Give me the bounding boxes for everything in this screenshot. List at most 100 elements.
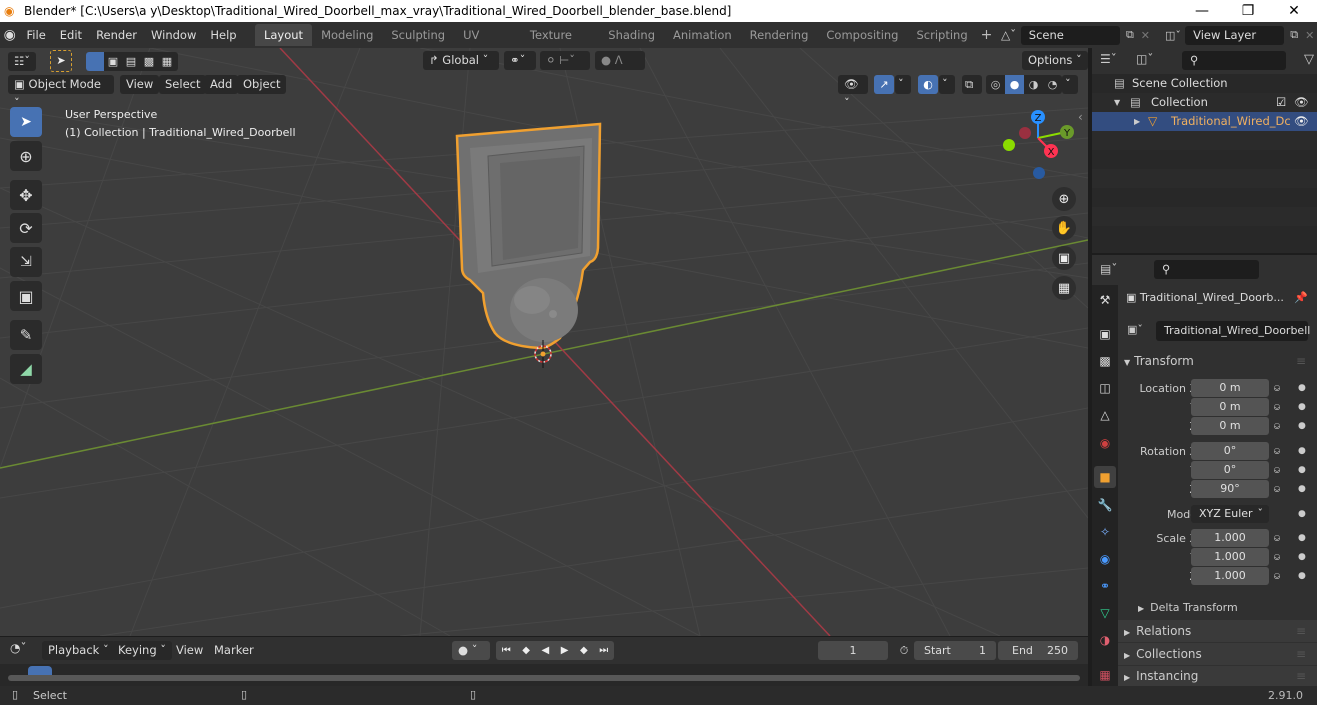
filter-view-layer-icon[interactable]: ◫ˇ	[1136, 52, 1153, 66]
tab-modifiers[interactable]: 🔧	[1094, 494, 1116, 516]
blender-menu-icon[interactable]: ◉	[0, 27, 20, 43]
gizmo-dropdown[interactable]: ˇ	[895, 75, 911, 94]
tab-rendering[interactable]: Rendering	[741, 24, 818, 46]
stopwatch-icon[interactable]: ⏱	[894, 641, 914, 660]
instancing-panel[interactable]: ▶ Instancing ≡	[1118, 666, 1317, 686]
extend-selection-button[interactable]: ▣	[104, 52, 122, 71]
set-new-selection-button[interactable]	[86, 52, 104, 71]
tab-material[interactable]: ◑	[1094, 629, 1116, 651]
tool-scale[interactable]: ⇲	[10, 247, 42, 277]
tab-compositing[interactable]: Compositing	[817, 24, 907, 46]
jump-start-button[interactable]: ⏮	[502, 641, 511, 660]
scale-x-field[interactable]: 1.000	[1191, 529, 1269, 547]
tool-move[interactable]: ✥	[10, 180, 42, 210]
restore-button[interactable]: ❐	[1225, 0, 1271, 22]
transform-orientation-dropdown[interactable]: ↱ Global ˇ	[423, 51, 499, 70]
end-frame-field[interactable]: End 250	[998, 641, 1078, 660]
keyframe-dot-icon[interactable]: ●	[1298, 480, 1306, 499]
invert-selection-button[interactable]: ▩	[140, 52, 158, 71]
menu-object[interactable]: Object	[237, 75, 287, 94]
tab-tool[interactable]: ⚒	[1094, 289, 1116, 311]
tab-shading[interactable]: Shading	[599, 24, 664, 46]
scene-field[interactable]: Scene	[1020, 25, 1120, 45]
tab-scene[interactable]: △	[1094, 404, 1116, 426]
shading-dropdown[interactable]: ˇ	[1062, 75, 1078, 94]
delete-scene-icon[interactable]: ✕	[1138, 29, 1153, 42]
overlays-dropdown[interactable]: ˇ	[939, 75, 955, 94]
keyframe-dot-icon[interactable]: ●	[1298, 505, 1306, 524]
tab-texture[interactable]: ▦	[1094, 664, 1116, 686]
tab-object[interactable]: ■	[1094, 466, 1116, 488]
delta-transform-subpanel[interactable]: ▶ Delta Transform	[1118, 597, 1317, 618]
menu-view[interactable]: View	[120, 75, 160, 94]
object-name-field[interactable]: Traditional_Wired_Doorbell	[1156, 321, 1310, 341]
tab-sculpting[interactable]: Sculpting	[382, 24, 454, 46]
select-mode-icon[interactable]: ➤	[50, 50, 72, 72]
current-frame-field[interactable]: 1	[818, 641, 888, 660]
lock-icon[interactable]: ⎉	[1273, 442, 1281, 461]
tab-output[interactable]: ▩	[1094, 350, 1116, 372]
editor-type-icon[interactable]: ▤ˇ	[1100, 262, 1117, 276]
keyframe-dot-icon[interactable]: ●	[1298, 567, 1306, 586]
solid-shading-button[interactable]: ●	[1005, 75, 1024, 94]
menu-render[interactable]: Render	[89, 24, 144, 46]
lock-icon[interactable]: ⎉	[1273, 529, 1281, 548]
wireframe-shading-button[interactable]: ◎	[986, 75, 1005, 94]
subtract-selection-button[interactable]: ▤	[122, 52, 140, 71]
expand-arrow-icon[interactable]: ▼	[1114, 93, 1120, 112]
location-z-field[interactable]: 0 m	[1191, 417, 1269, 435]
close-button[interactable]: ✕	[1271, 0, 1317, 22]
keyframe-dot-icon[interactable]: ●	[1298, 417, 1306, 436]
navigation-gizmo[interactable]: Z Y X	[995, 103, 1085, 188]
timeline-editor-type-icon[interactable]: ◔ˇ	[10, 641, 26, 655]
camera-view-button[interactable]: ▣	[1052, 246, 1076, 270]
rotation-y-field[interactable]: 0°	[1191, 461, 1269, 479]
intersect-selection-button[interactable]: ▦	[158, 52, 176, 71]
new-view-layer-icon[interactable]: ⧉	[1286, 28, 1302, 42]
pivot-point-dropdown[interactable]: ⚭ˇ	[504, 51, 536, 70]
location-y-field[interactable]: 0 m	[1191, 398, 1269, 416]
menu-add[interactable]: Add	[204, 75, 239, 94]
menu-playback[interactable]: Playback ˇ	[42, 641, 115, 660]
tab-render[interactable]: ▣	[1094, 323, 1116, 345]
menu-help[interactable]: Help	[203, 24, 243, 46]
scene-selector-icon[interactable]: △ˇ	[996, 28, 1020, 42]
rotation-mode-dropdown[interactable]: XYZ Euler ˇ	[1191, 505, 1269, 523]
tool-cursor[interactable]: ⊕	[10, 141, 42, 171]
tab-animation[interactable]: Animation	[664, 24, 741, 46]
tool-transform[interactable]: ▣	[10, 281, 42, 311]
overlays-toggle[interactable]: ◐	[918, 75, 938, 94]
tab-uv-editing[interactable]: UV Editing	[454, 24, 521, 64]
tool-measure[interactable]: ◢	[10, 354, 42, 384]
tab-scripting[interactable]: Scripting	[907, 24, 976, 46]
lock-icon[interactable]: ⎉	[1273, 567, 1281, 586]
exclude-checkbox[interactable]: ☑	[1276, 93, 1286, 112]
drag-handle-icon[interactable]: ≡	[1296, 666, 1306, 686]
tool-select-box[interactable]: ➤	[10, 107, 42, 137]
tool-rotate[interactable]: ⟳	[10, 213, 42, 243]
eye-icon[interactable]: 👁	[1294, 93, 1309, 112]
xray-toggle[interactable]: ⧉	[962, 75, 982, 94]
tab-constraints[interactable]: ⚭	[1094, 575, 1116, 597]
timeline-scrollbar[interactable]	[8, 675, 1080, 681]
rotation-z-field[interactable]: 90°	[1191, 480, 1269, 498]
rotation-x-field[interactable]: 0°	[1191, 442, 1269, 460]
object-type-dropdown[interactable]: ▣ˇ	[1127, 323, 1143, 336]
outliner-row-doorbell[interactable]: ▶ ▽ Traditional_Wired_Dc 👁	[1092, 112, 1317, 131]
expand-arrow-icon[interactable]: ▶	[1134, 112, 1140, 131]
tab-physics[interactable]: ◉	[1094, 548, 1116, 570]
new-scene-icon[interactable]: ⧉	[1122, 28, 1138, 42]
filter-icon[interactable]: ▽	[1304, 52, 1314, 67]
tab-view-layer[interactable]: ◫	[1094, 377, 1116, 399]
relations-panel[interactable]: ▶ Relations ≡	[1118, 620, 1317, 642]
pin-icon[interactable]: 📌	[1294, 288, 1308, 307]
add-workspace-button[interactable]: +	[977, 24, 997, 46]
frame-ruler[interactable]: 1 20 40 60 80 100 120 140 160 180 200 22…	[0, 664, 1088, 686]
editor-type-icon[interactable]: ☷ˇ	[8, 52, 37, 71]
drag-handle-icon[interactable]: ≡	[1296, 350, 1306, 372]
menu-keying[interactable]: Keying ˇ	[112, 641, 173, 660]
view-layer-field[interactable]: View Layer	[1185, 25, 1285, 45]
menu-edit[interactable]: Edit	[53, 24, 89, 46]
snap-dropdown[interactable]: ⚪ ⊢ˇ	[540, 51, 590, 70]
menu-marker[interactable]: Marker	[208, 641, 260, 660]
